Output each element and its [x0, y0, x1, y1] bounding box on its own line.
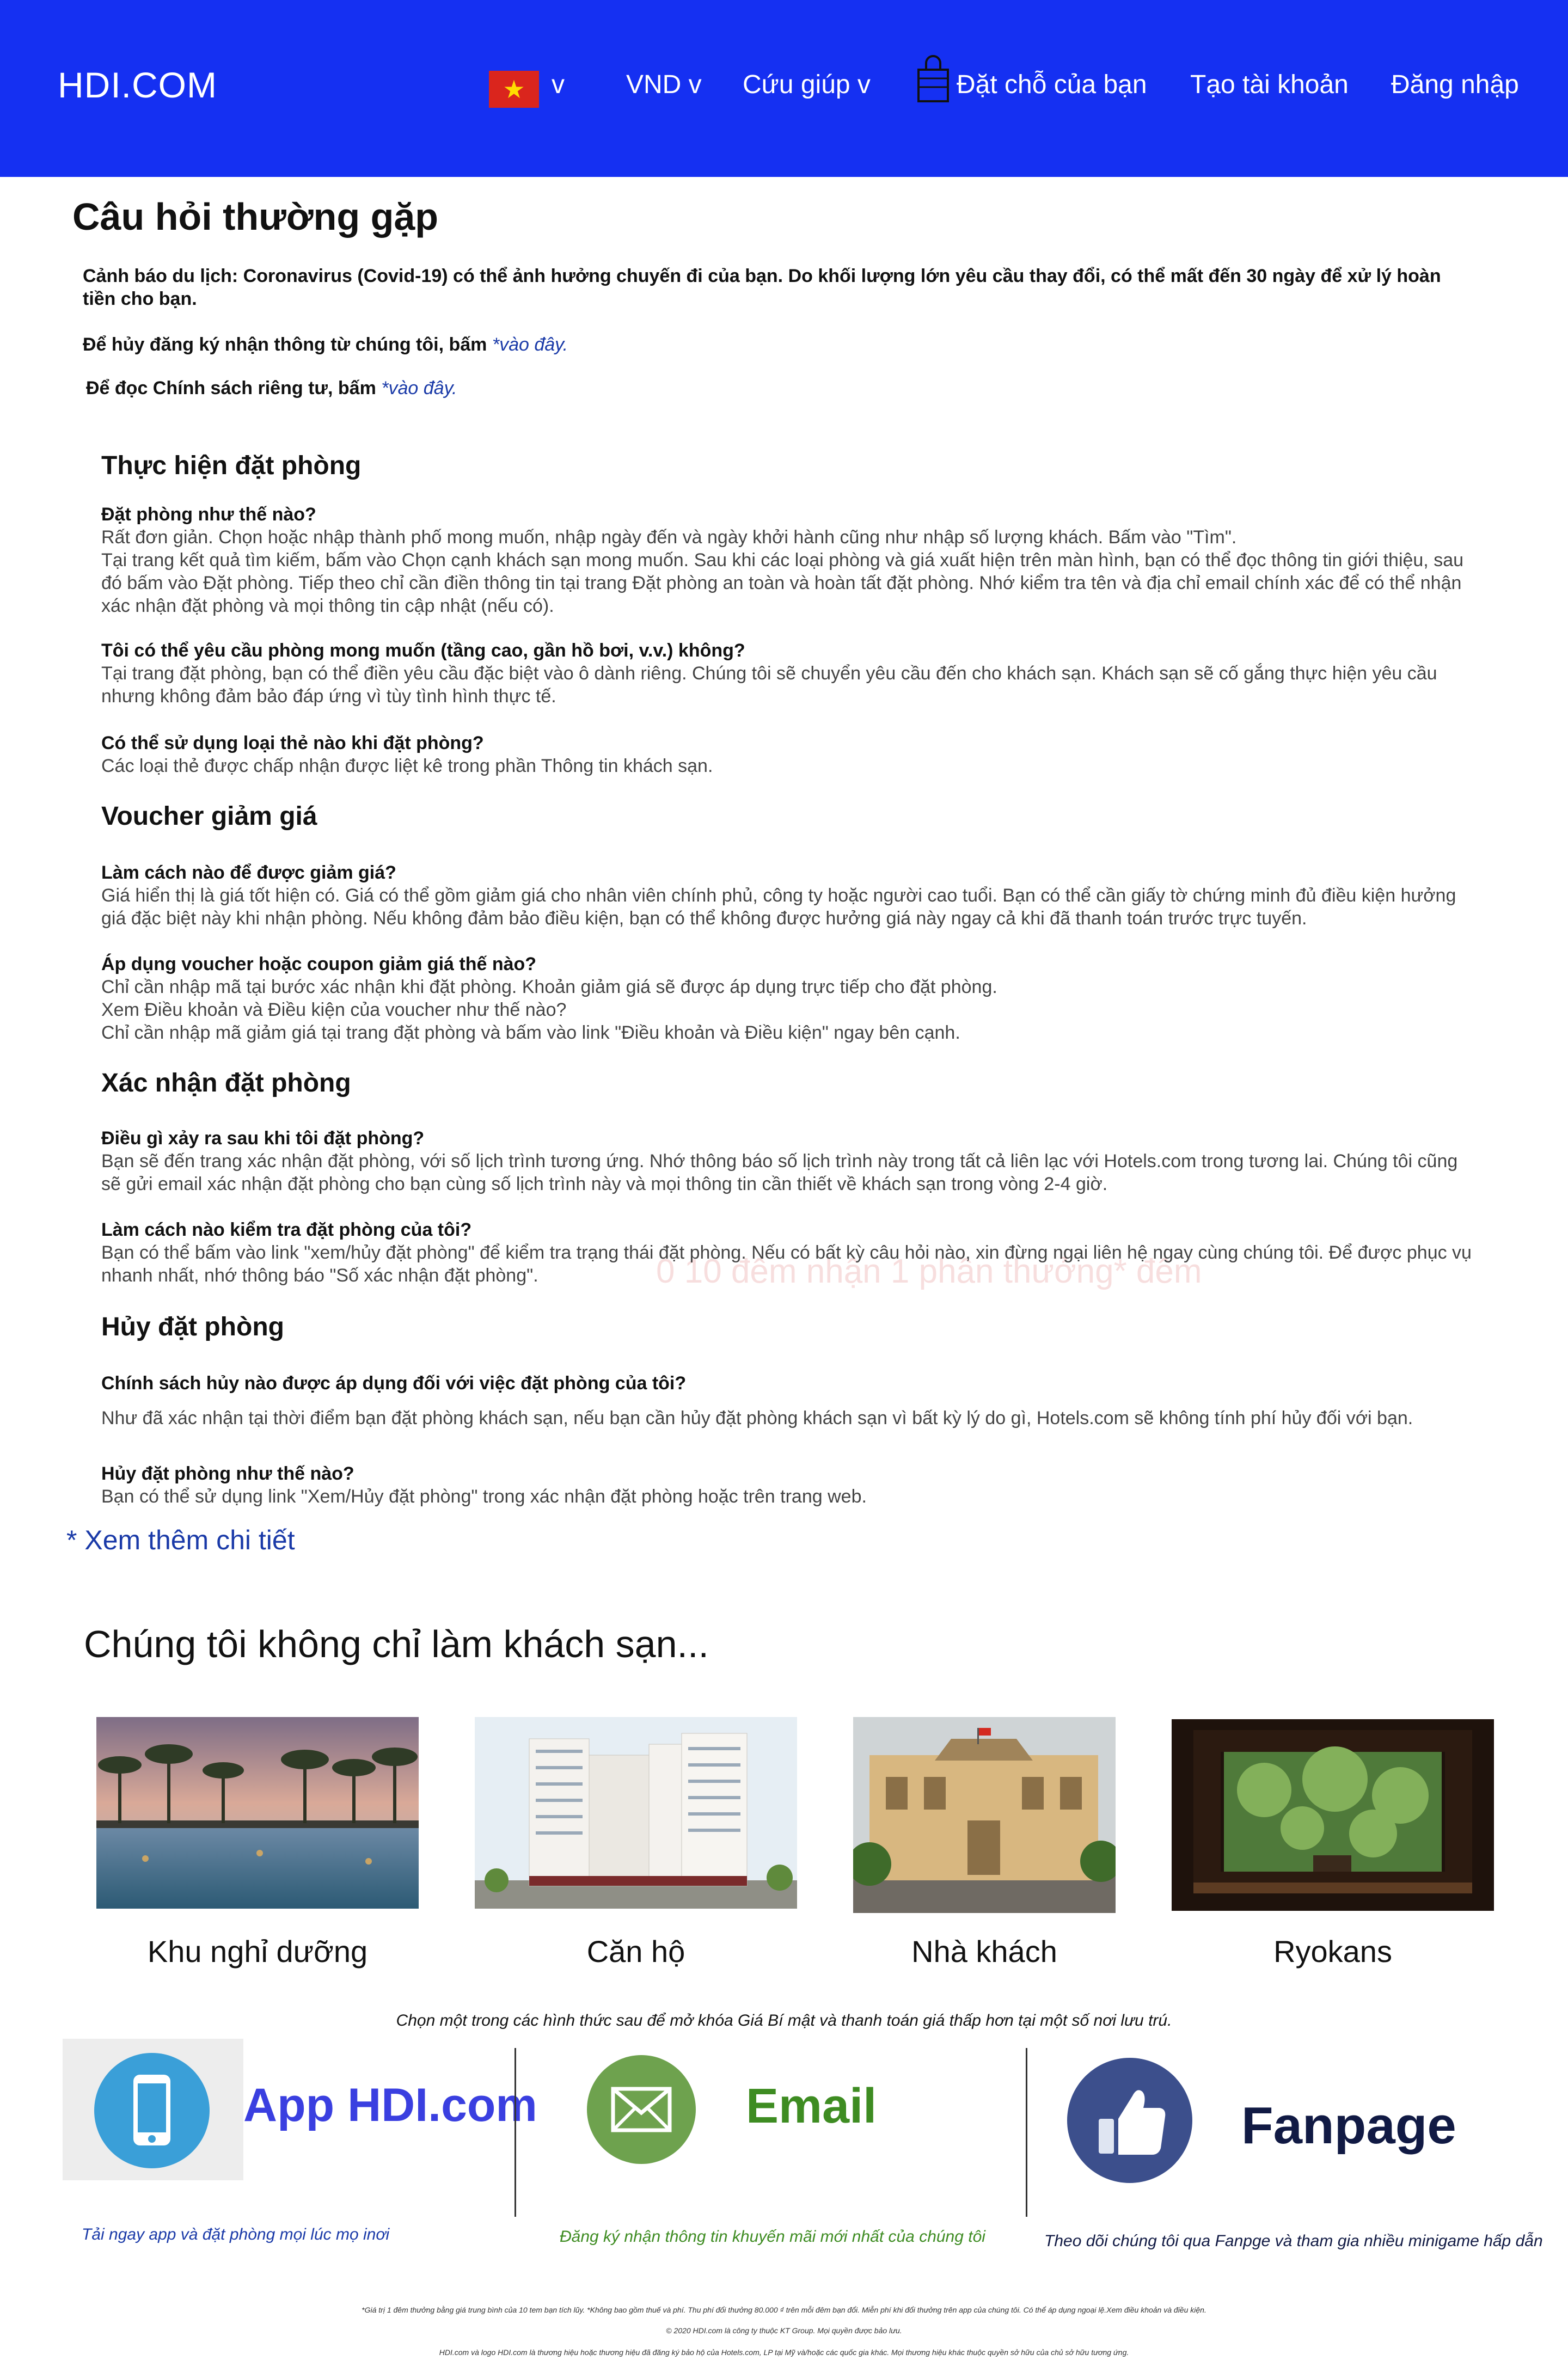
unsubscribe-line: Để hủy đăng ký nhận thông từ chúng tôi, … — [83, 333, 568, 356]
faq-answer — [101, 1395, 1479, 1407]
email-promo-title[interactable]: Email — [746, 2078, 877, 2135]
faq-question: Chính sách hủy nào được áp dụng đối với … — [101, 1373, 687, 1394]
hotel-type-label: Khu nghỉ dưỡng — [147, 1934, 368, 1969]
promo-note: Chọn một trong các hình thức sau để mở k… — [396, 2012, 1172, 2029]
section-title: Hủy đặt phòng — [101, 1313, 284, 1341]
faq-answer: Các loại thẻ được chấp nhận được liệt kê… — [101, 756, 713, 776]
guesthouse-photo — [853, 1717, 1116, 1913]
promo-divider — [514, 2048, 516, 2217]
thumbs-up-icon[interactable] — [1067, 2058, 1192, 2183]
email-envelope-icon[interactable] — [587, 2055, 696, 2164]
faq-answer: Xem Điều khoản và Điều kiện của voucher … — [101, 1000, 567, 1020]
app-promo-tile[interactable] — [63, 2039, 243, 2180]
faq-question: Điều gì xảy ra sau khi tôi đặt phòng? — [101, 1128, 425, 1149]
faq-item: Làm cách nào kiểm tra đặt phòng của tôi?… — [101, 1218, 1479, 1287]
top-header: HDI.COM ★ v VND v Cứu giúp v Đặt chỗ của… — [0, 0, 1568, 177]
email-caption: Đăng ký nhận thông tin khuyến mãi mới nh… — [560, 2228, 985, 2246]
language-dropdown[interactable]: v — [552, 70, 565, 100]
faq-question: Làm cách nào kiểm tra đặt phòng của tôi? — [101, 1219, 472, 1240]
section-title: Xác nhận đặt phòng — [101, 1069, 351, 1097]
faq-answer: Như đã xác nhận tại thời điểm bạn đặt ph… — [101, 1408, 1413, 1428]
faq-answer: Chỉ cần nhập mã tại bước xác nhận khi đặ… — [101, 977, 997, 997]
faq-answer: Bạn có thể bấm vào link "xem/hủy đặt phò… — [101, 1242, 1472, 1286]
faq-item: Chính sách hủy nào được áp dụng đối với … — [101, 1372, 1479, 1430]
help-dropdown[interactable]: Cứu giúp v — [743, 70, 871, 100]
faq-item: Đặt phòng như thế nào? Rất đơn giản. Chọ… — [101, 503, 1479, 617]
currency-dropdown[interactable]: VND v — [626, 70, 702, 100]
privacy-link[interactable]: *vào đây. — [381, 378, 457, 398]
footer-disclaimer: *Giá trị 1 đêm thưởng bằng giá trung bìn… — [362, 2306, 1206, 2314]
app-promo-title[interactable]: App HDI.com — [243, 2078, 537, 2132]
faq-question: Đặt phòng như thế nào? — [101, 504, 316, 525]
apartment-photo — [475, 1717, 797, 1909]
shopping-bag-icon[interactable] — [916, 54, 950, 103]
fanpage-promo-title[interactable]: Fanpage — [1241, 2096, 1456, 2156]
faq-answer: Tại trang kết quả tìm kiếm, bấm vào Chọn… — [101, 550, 1464, 616]
footer-trademark: HDI.com và logo HDI.com là thương hiệu h… — [439, 2348, 1129, 2357]
site-logo[interactable]: HDI.COM — [58, 64, 217, 106]
faq-question: Áp dụng voucher hoặc coupon giảm giá thế… — [101, 954, 537, 974]
hotel-type-label: Nhà khách — [911, 1934, 1057, 1969]
promo-divider — [1026, 2048, 1027, 2217]
hotel-type-label: Ryokans — [1273, 1934, 1392, 1969]
hotel-types-title: Chúng tôi không chỉ làm khách sạn... — [84, 1623, 709, 1665]
app-title-text: App HDI.com — [243, 2079, 537, 2131]
hotel-type-label: Căn hộ — [586, 1934, 685, 1969]
faq-item: Điều gì xảy ra sau khi tôi đặt phòng? Bạ… — [101, 1127, 1479, 1195]
faq-answer: Giá hiển thị là giá tốt hiện có. Giá có … — [101, 885, 1456, 929]
faq-item: Tôi có thể yêu cầu phòng mong muốn (tầng… — [101, 639, 1479, 708]
section-title: Thực hiện đặt phòng — [101, 451, 362, 480]
login-link[interactable]: Đăng nhập — [1391, 70, 1519, 100]
fanpage-caption: Theo dõi chúng tôi qua Fanpge và tham gi… — [1044, 2232, 1543, 2250]
faq-item: Áp dụng voucher hoặc coupon giảm giá thế… — [101, 953, 1479, 1044]
covid-warning: Cảnh báo du lịch: Coronavirus (Covid-19)… — [83, 266, 1441, 309]
app-caption: Tải ngay app và đặt phòng mọi lúc mọ inơ… — [82, 2225, 390, 2243]
faq-item: Hủy đặt phòng như thế nào? Bạn có thể sử… — [101, 1462, 1479, 1508]
my-bookings-link[interactable]: Đặt chỗ của bạn — [957, 70, 1147, 100]
faq-question: Có thể sử dụng loại thẻ nào khi đặt phòn… — [101, 733, 484, 753]
section-title: Voucher giảm giá — [101, 802, 317, 831]
faq-answer: Tại trang đặt phòng, bạn có thể điền yêu… — [101, 663, 1437, 707]
ryokan-photo — [1172, 1719, 1494, 1911]
faq-answer: Bạn sẽ đến trang xác nhận đặt phòng, với… — [101, 1151, 1458, 1194]
footer-copyright: © 2020 HDI.com là công ty thuộc KT Group… — [666, 2326, 902, 2335]
faq-answer: Chỉ cần nhập mã giảm giá tại trang đặt p… — [101, 1022, 960, 1043]
vietnam-flag-icon[interactable]: ★ — [489, 71, 539, 108]
faq-answer: Rất đơn giản. Chọn hoặc nhập thành phố m… — [101, 527, 1237, 548]
faq-title: Câu hỏi thường gặp — [72, 195, 439, 238]
mobile-phone-icon — [94, 2053, 210, 2168]
unsubscribe-link[interactable]: *vào đây. — [492, 334, 568, 355]
create-account-link[interactable]: Tạo tài khoản — [1190, 70, 1349, 100]
see-more-link[interactable]: * Xem thêm chi tiết — [66, 1524, 295, 1556]
faq-answer: Bạn có thể sử dụng link "Xem/Hủy đặt phò… — [101, 1486, 867, 1507]
privacy-line: Để đọc Chính sách riêng tư, bấm *vào đây… — [86, 377, 457, 400]
faq-question: Tôi có thể yêu cầu phòng mong muốn (tầng… — [101, 640, 745, 661]
unsubscribe-text: Để hủy đăng ký nhận thông từ chúng tôi, … — [83, 334, 492, 355]
resort-photo — [96, 1717, 419, 1909]
faq-question: Hủy đặt phòng như thế nào? — [101, 1463, 354, 1484]
privacy-text: Để đọc Chính sách riêng tư, bấm — [86, 378, 382, 398]
faq-item: Có thể sử dụng loại thẻ nào khi đặt phòn… — [101, 732, 1479, 777]
faq-question: Làm cách nào để được giảm giá? — [101, 862, 396, 883]
faq-item: Làm cách nào để được giảm giá? Giá hiển … — [101, 861, 1479, 930]
